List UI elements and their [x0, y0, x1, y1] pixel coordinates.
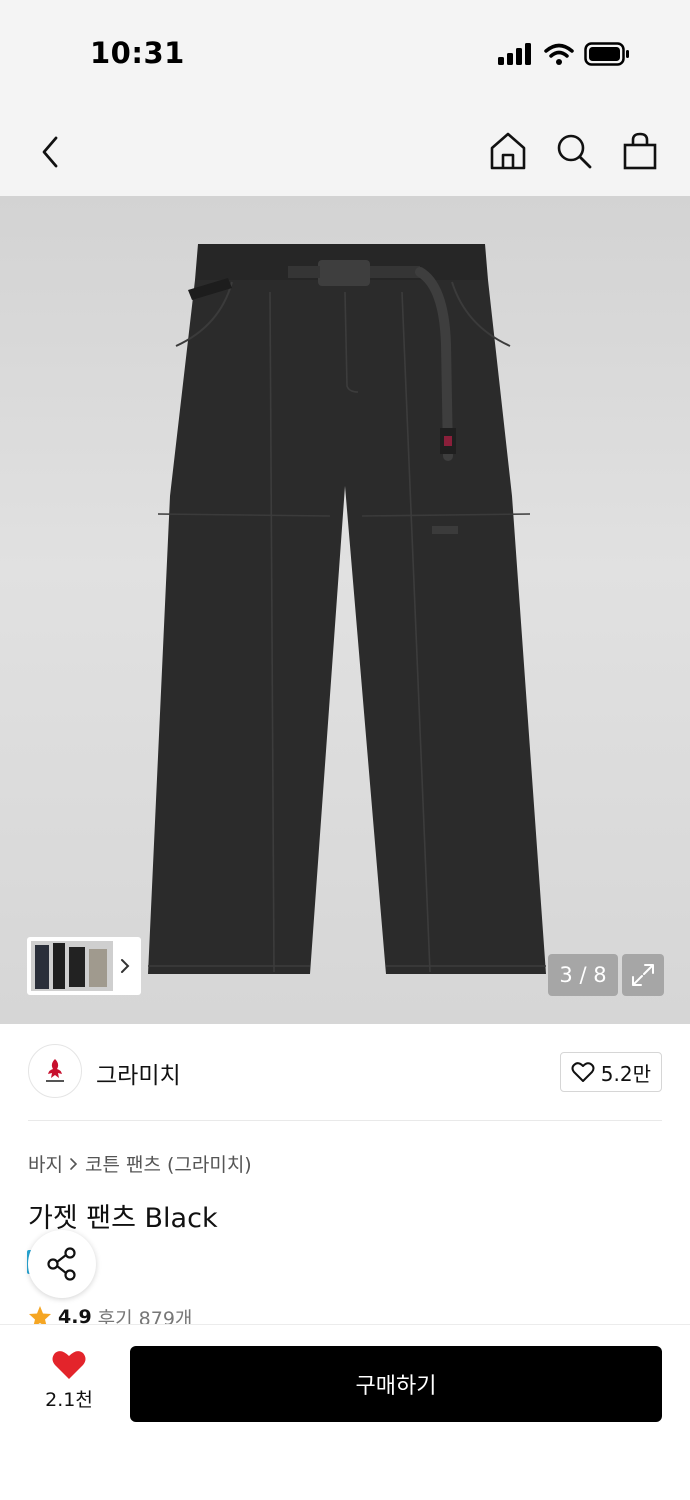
brand-like-button[interactable]: 5.2만: [559, 1052, 662, 1092]
brand-logo-mark: [46, 1059, 64, 1082]
brand-name[interactable]: 그라미치: [96, 1056, 181, 1090]
bottom-action-bar: 2.1천 구매하기: [0, 1324, 690, 1500]
product-image-carousel[interactable]: 3 / 8: [0, 196, 690, 1024]
back-chevron-icon: [42, 136, 58, 168]
chevron-right-icon: [121, 959, 130, 973]
wifi-icon: [544, 43, 574, 65]
nav-actions: [486, 128, 662, 174]
nav-bar: [0, 110, 690, 196]
expand-button[interactable]: [622, 954, 664, 996]
page-counter: 3 / 8: [548, 954, 618, 996]
brand-row: 그라미치 5.2만: [0, 1024, 690, 1120]
shopping-bag-icon: [623, 132, 657, 170]
product-image: [148, 244, 546, 974]
status-time: 10:31: [90, 36, 185, 70]
wishlist-button[interactable]: 2.1천: [36, 1349, 102, 1412]
brand-logo[interactable]: [28, 1044, 82, 1098]
wishlist-count: 2.1천: [45, 1389, 93, 1411]
thumbnail-strip[interactable]: [27, 937, 141, 995]
back-button[interactable]: [30, 130, 70, 174]
status-bar: 10:31: [0, 0, 690, 110]
chevron-right-icon: [70, 1157, 78, 1170]
cart-button[interactable]: [618, 128, 662, 174]
status-icons: [498, 42, 630, 66]
divider: [28, 1120, 662, 1121]
home-icon: [490, 132, 526, 170]
thumbnail-image[interactable]: [31, 941, 113, 991]
brand-like-count: 5.2만: [600, 1061, 651, 1086]
search-button[interactable]: [552, 128, 596, 174]
share-icon: [47, 1247, 76, 1281]
signal-icon: [498, 43, 531, 65]
search-icon: [557, 134, 592, 169]
heart-outline-icon: [571, 1062, 595, 1082]
share-button[interactable]: [28, 1230, 96, 1298]
home-button[interactable]: [486, 128, 530, 174]
battery-icon: [584, 42, 629, 66]
product-title: 가젯 팬츠 Black: [28, 1203, 218, 1234]
breadcrumb-subcategory[interactable]: 코튼 팬츠 (그라미치): [85, 1150, 252, 1177]
buy-button[interactable]: 구매하기: [130, 1346, 662, 1422]
heart-filled-icon: [52, 1351, 86, 1379]
breadcrumb-category[interactable]: 바지: [28, 1150, 63, 1177]
breadcrumb: 바지 코튼 팬츠 (그라미치): [28, 1150, 252, 1177]
expand-icon: [632, 964, 654, 986]
